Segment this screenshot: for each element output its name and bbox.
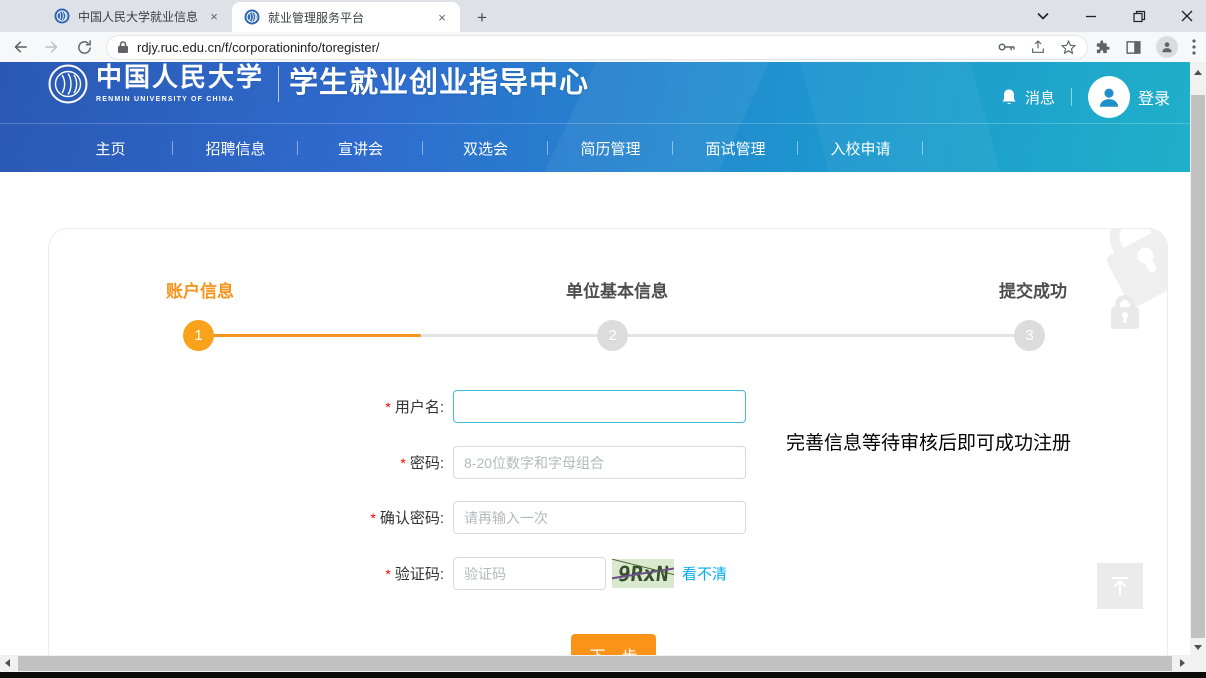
- password-label: *密码:: [49, 452, 444, 473]
- form-row-password: *密码:: [49, 446, 746, 479]
- nav-item-campus-entry[interactable]: 入校申请: [798, 138, 923, 159]
- extensions-puzzle-icon[interactable]: [1094, 39, 1111, 56]
- scroll-right-arrow-icon[interactable]: [1180, 659, 1185, 667]
- step-label-account-info: 账户信息: [166, 277, 234, 302]
- step-label-company-info: 单位基本信息: [566, 277, 668, 302]
- minimize-button[interactable]: [1080, 5, 1102, 27]
- refresh-button[interactable]: [72, 35, 96, 59]
- page-viewport: 中国人民大学 RENMIN UNIVERSITY OF CHINA 学生就业创业…: [0, 62, 1190, 655]
- step-progress-fill: [198, 334, 421, 337]
- back-to-top-button[interactable]: [1097, 563, 1143, 609]
- tab-close-icon[interactable]: ×: [434, 9, 450, 25]
- browser-toolbar: rdjy.ruc.edu.cn/f/corporationinfo/toregi…: [0, 32, 1206, 62]
- step-label-submit-success: 提交成功: [999, 277, 1067, 302]
- horizontal-scrollbar-thumb[interactable]: [18, 656, 1172, 671]
- tab-jobs-info-site[interactable]: 中国人民大学就业信息网 ×: [42, 0, 232, 32]
- tab-bar: 中国人民大学就业信息网 × 就业管理服务平台 × +: [0, 0, 1206, 32]
- messages-label: 消息: [1025, 87, 1055, 108]
- step-circle-1: 1: [183, 320, 214, 351]
- brand-divider: [278, 66, 279, 102]
- close-window-button[interactable]: [1176, 5, 1198, 27]
- registration-helper-text: 完善信息等待审核后即可成功注册: [786, 428, 1071, 455]
- brand-text: 中国人民大学 RENMIN UNIVERSITY OF CHINA: [96, 62, 264, 103]
- form-row-confirm-password: *确认密码:: [49, 501, 746, 534]
- url-text[interactable]: rdjy.ruc.edu.cn/f/corporationinfo/toregi…: [137, 40, 998, 55]
- restore-button[interactable]: [1128, 5, 1150, 27]
- tab-close-icon[interactable]: ×: [206, 8, 222, 24]
- bookmark-star-icon[interactable]: [1060, 39, 1077, 56]
- horizontal-scrollbar[interactable]: [0, 655, 1190, 672]
- window-controls: [1032, 0, 1198, 32]
- login-label: 登录: [1138, 85, 1170, 109]
- nav-item-info-sessions[interactable]: 宣讲会: [298, 138, 423, 159]
- username-input[interactable]: [453, 390, 746, 423]
- form-row-username: *用户名:: [49, 390, 746, 423]
- scroll-up-arrow-icon[interactable]: [1194, 70, 1202, 75]
- required-mark: *: [385, 399, 390, 415]
- captcha-refresh-link[interactable]: 看不清: [682, 563, 727, 584]
- vertical-scrollbar-thumb[interactable]: [1191, 95, 1205, 638]
- login-link[interactable]: 登录: [1088, 76, 1170, 118]
- nav-item-resume-management[interactable]: 简历管理: [548, 138, 673, 159]
- username-label: *用户名:: [49, 396, 444, 417]
- nav-item-interview-management[interactable]: 面试管理: [673, 138, 798, 159]
- login-avatar-icon: [1088, 76, 1130, 118]
- form-row-captcha: *验证码: 9RxN 看不清: [49, 557, 727, 590]
- browser-window: 中国人民大学就业信息网 × 就业管理服务平台 × + rdjy.ruc.edu.…: [0, 0, 1206, 678]
- tab-title: 中国人民大学就业信息网: [78, 8, 198, 25]
- bell-icon: [1001, 88, 1017, 106]
- tab-search-chevron-icon[interactable]: [1032, 5, 1054, 27]
- site-title: 学生就业创业指导中心: [289, 62, 589, 101]
- vertical-scrollbar[interactable]: [1190, 62, 1206, 655]
- required-mark: *: [400, 455, 405, 471]
- required-mark: *: [385, 566, 390, 582]
- captcha-input[interactable]: [453, 557, 606, 590]
- https-lock-icon: [117, 40, 129, 54]
- nav-item-home[interactable]: 主页: [48, 138, 173, 159]
- scrollbar-corner: [1190, 655, 1206, 672]
- back-button[interactable]: [8, 35, 32, 59]
- next-step-button[interactable]: 下一步: [571, 634, 656, 655]
- step-circle-3: 3: [1014, 320, 1045, 351]
- nav-item-job-fairs[interactable]: 双选会: [423, 138, 548, 159]
- messages-link[interactable]: 消息: [1001, 87, 1055, 108]
- scroll-down-arrow-icon[interactable]: [1194, 645, 1202, 650]
- ruc-favicon-icon: [54, 8, 70, 24]
- tab-employment-platform[interactable]: 就业管理服务平台 ×: [232, 2, 460, 32]
- university-name-cn: 中国人民大学: [96, 62, 264, 94]
- brand[interactable]: 中国人民大学 RENMIN UNIVERSITY OF CHINA 学生就业创业…: [48, 62, 589, 123]
- nav-item-recruitment[interactable]: 招聘信息: [173, 138, 298, 159]
- required-mark: *: [370, 510, 375, 526]
- header-separator: [1071, 88, 1072, 106]
- password-key-icon[interactable]: [998, 41, 1016, 53]
- forward-button[interactable]: [40, 35, 64, 59]
- new-tab-button[interactable]: +: [470, 6, 494, 30]
- scroll-left-arrow-icon[interactable]: [5, 659, 10, 667]
- captcha-label: *验证码:: [49, 563, 444, 584]
- profile-avatar-icon[interactable]: [1156, 36, 1178, 58]
- share-icon[interactable]: [1030, 39, 1046, 55]
- tab-title: 就业管理服务平台: [268, 9, 426, 26]
- captcha-image[interactable]: 9RxN: [612, 559, 674, 588]
- side-panel-icon[interactable]: [1125, 39, 1142, 56]
- registration-card: 账户信息 单位基本信息 提交成功 1 2 3 *用户名: *密码: *确认密码:: [48, 228, 1168, 655]
- main-nav: 主页 招聘信息 宣讲会 双选会 简历管理 面试管理 入校申请: [0, 123, 1190, 172]
- step-circle-2: 2: [597, 320, 628, 351]
- decorative-lock-icon: [1111, 295, 1139, 329]
- password-input[interactable]: [453, 446, 746, 479]
- address-bar[interactable]: rdjy.ruc.edu.cn/f/corporationinfo/toregi…: [106, 35, 1088, 60]
- confirm-password-input[interactable]: [453, 501, 746, 534]
- taskbar-edge: [0, 672, 1206, 678]
- confirm-password-label: *确认密码:: [49, 507, 444, 528]
- menu-dots-icon[interactable]: [1192, 39, 1196, 55]
- university-name-en: RENMIN UNIVERSITY OF CHINA: [96, 96, 264, 103]
- ruc-favicon-icon: [244, 9, 260, 25]
- arrow-to-top-icon: [1108, 574, 1132, 598]
- header-actions: 消息 登录: [1001, 76, 1170, 118]
- ruc-seal-logo-icon: [48, 64, 88, 104]
- toolbar-right-icons: [1094, 36, 1196, 58]
- site-header: 中国人民大学 RENMIN UNIVERSITY OF CHINA 学生就业创业…: [0, 62, 1190, 172]
